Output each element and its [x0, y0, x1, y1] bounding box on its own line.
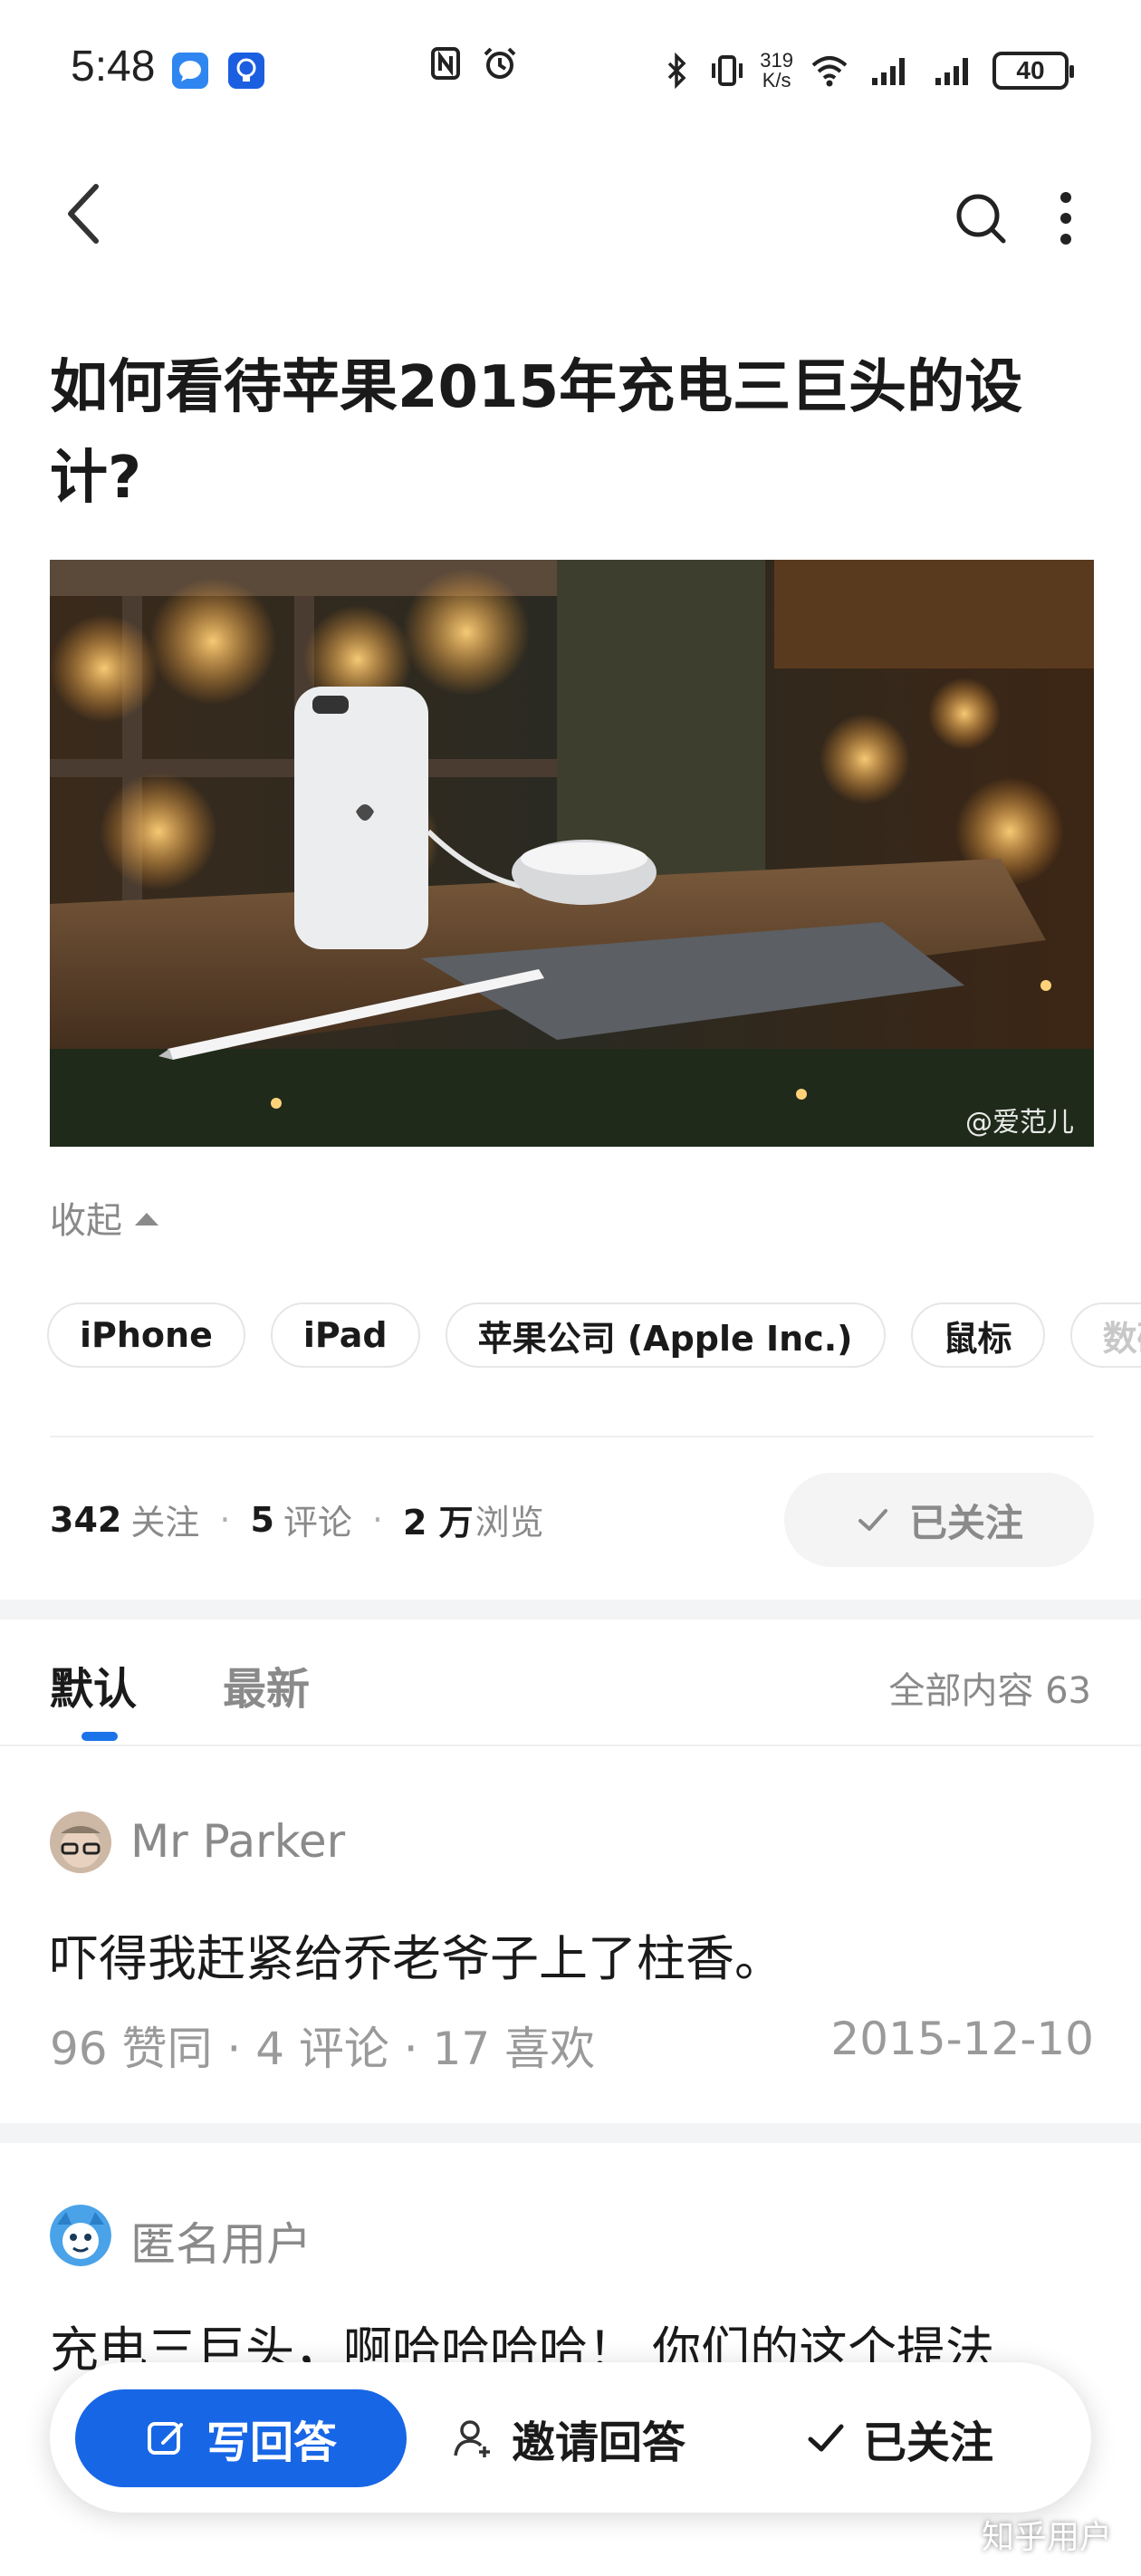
question-stats: 342 关注 · 5 评论 · 2 万 浏览: [50, 1495, 544, 1544]
answer-excerpt[interactable]: 吓得我赶紧给乔老爷子上了柱香。: [50, 1918, 783, 1990]
signal-icon-sim1: [872, 58, 905, 85]
nfc-icon: [431, 47, 460, 80]
message-app-icon: [172, 53, 208, 89]
collapse-label: 收起: [50, 1200, 122, 1242]
tag-apple-inc[interactable]: 苹果公司 (Apple Inc.): [445, 1302, 886, 1368]
tag-digital[interactable]: 数码: [1069, 1302, 1141, 1368]
followers-count: 342: [50, 1499, 122, 1540]
tag-mouse[interactable]: 鼠标: [910, 1302, 1045, 1368]
invite-answer-label: 邀请回答: [512, 2417, 686, 2468]
tab-default[interactable]: 默认: [50, 1653, 137, 1716]
topic-tags: iPhone iPad 苹果公司 (Apple Inc.) 鼠标 数码: [47, 1302, 1141, 1368]
separator-dot: ·: [219, 1499, 231, 1540]
signal-icon-sim2: [935, 58, 968, 85]
network-speed-unit: K/s: [762, 69, 791, 91]
brand-watermark: 知乎用户: [981, 2519, 1112, 2556]
divider: [50, 1436, 1094, 1437]
invite-user-icon: [454, 2420, 490, 2457]
active-tab-indicator: [82, 1732, 118, 1741]
section-separator: [0, 2123, 1141, 2143]
avatar[interactable]: [50, 1812, 111, 1873]
tag-iphone[interactable]: iPhone: [47, 1302, 245, 1368]
network-speed-value: 319: [760, 49, 793, 72]
more-icon[interactable]: [1052, 188, 1079, 248]
write-answer-label: 写回答: [206, 2417, 337, 2468]
search-icon[interactable]: [953, 190, 1009, 246]
invite-answer-button[interactable]: 邀请回答: [450, 2389, 686, 2487]
collapse-toggle[interactable]: 收起: [50, 1191, 158, 1244]
comments-label[interactable]: 评论: [283, 1495, 352, 1544]
bottom-action-bar: 写回答 邀请回答 已关注: [50, 2362, 1091, 2513]
tag-ipad[interactable]: iPad: [270, 1302, 420, 1368]
followers-label: 关注: [130, 1503, 200, 1543]
section-separator: [0, 1600, 1141, 1620]
battery-indicator: 40: [992, 52, 1074, 90]
follow-question-button[interactable]: 已关注: [784, 1473, 1094, 1567]
divider: [0, 1745, 1141, 1746]
vibrate-icon: [712, 55, 743, 86]
question-title: 如何看待苹果2015年充电三巨头的设计?: [50, 354, 1023, 512]
bluetooth-icon: [668, 53, 686, 89]
status-bar: 5:48 319 K/s 40: [0, 0, 1141, 136]
answer-author[interactable]: 匿名用户: [130, 2208, 312, 2273]
answer-date: 2015-12-10: [830, 2013, 1094, 2065]
answer-meta: 96 赞同 · 4 评论 · 17 喜欢: [50, 2023, 596, 2075]
answer-author[interactable]: Mr Parker: [130, 1815, 345, 1868]
status-time: 5:48: [71, 43, 156, 91]
follow-button-label: 已关注: [908, 1500, 1023, 1545]
tab-latest[interactable]: 最新: [223, 1653, 310, 1716]
check-icon: [858, 1509, 887, 1531]
back-icon[interactable]: [56, 178, 110, 250]
question-image[interactable]: @爱范儿: [50, 560, 1094, 1147]
views-label: 浏览: [475, 1503, 544, 1543]
write-answer-button[interactable]: 写回答: [75, 2389, 407, 2487]
wifi-icon: [811, 56, 848, 87]
comments-count: 5: [250, 1499, 274, 1540]
lightbulb-app-icon: [228, 53, 264, 89]
views-count: 2 万: [403, 1503, 474, 1543]
separator-dot: ·: [371, 1499, 383, 1540]
network-speed: 319 K/s: [760, 51, 793, 91]
followed-label: 已关注: [863, 2417, 994, 2468]
alarm-icon: [484, 47, 516, 79]
chevron-up-icon: [135, 1213, 158, 1226]
avatar[interactable]: [50, 2205, 111, 2266]
check-icon: [808, 2424, 844, 2452]
edit-icon: [147, 2422, 183, 2455]
followed-button[interactable]: 已关注: [805, 2389, 993, 2487]
image-watermark: @爱范儿: [965, 1107, 1074, 1139]
all-content-count: 全部内容 63: [888, 1670, 1091, 1712]
